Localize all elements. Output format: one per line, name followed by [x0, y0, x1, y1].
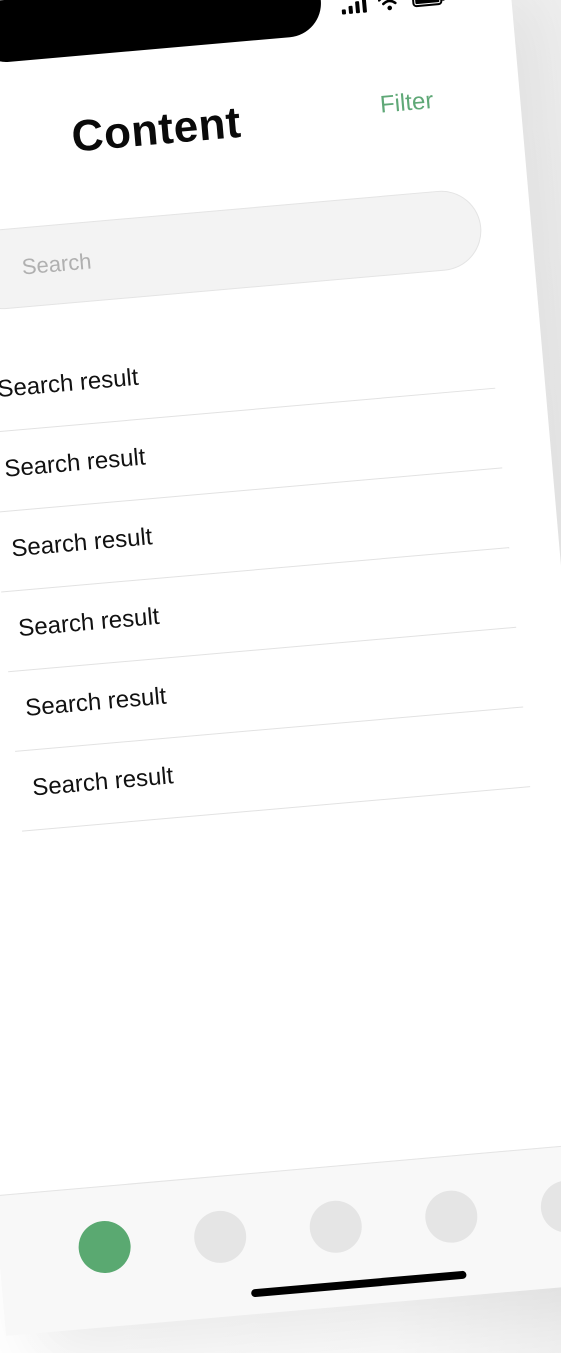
screen: Content Filter Search Search result Sear… — [0, 0, 561, 1353]
tab-5[interactable] — [538, 1178, 561, 1235]
search-input[interactable]: Search — [0, 187, 485, 313]
phone-frame: Content Filter Search Search result Sear… — [0, 0, 561, 1336]
list-item-label: Search result — [3, 443, 147, 483]
filter-button[interactable]: Filter — [379, 87, 435, 120]
list-item-label: Search result — [24, 682, 168, 722]
list-item-label: Search result — [17, 602, 161, 643]
list-item-label: Search result — [10, 523, 154, 563]
status-bar — [340, 0, 472, 19]
tab-3[interactable] — [307, 1198, 364, 1255]
page-title: Content — [69, 97, 243, 162]
tab-bar — [0, 1141, 561, 1336]
signal-icon — [341, 0, 368, 15]
search-placeholder: Search — [20, 248, 93, 280]
tab-4[interactable] — [423, 1188, 480, 1245]
battery-icon — [411, 0, 443, 8]
home-indicator — [250, 1270, 467, 1298]
list-item-label: Search result — [31, 762, 175, 802]
notch — [0, 0, 324, 65]
tab-1[interactable] — [76, 1218, 133, 1276]
tab-2[interactable] — [192, 1208, 249, 1266]
list-item-label: Search result — [0, 363, 140, 404]
results-list: Search result Search result Search resul… — [0, 308, 531, 832]
wifi-icon — [377, 0, 401, 11]
